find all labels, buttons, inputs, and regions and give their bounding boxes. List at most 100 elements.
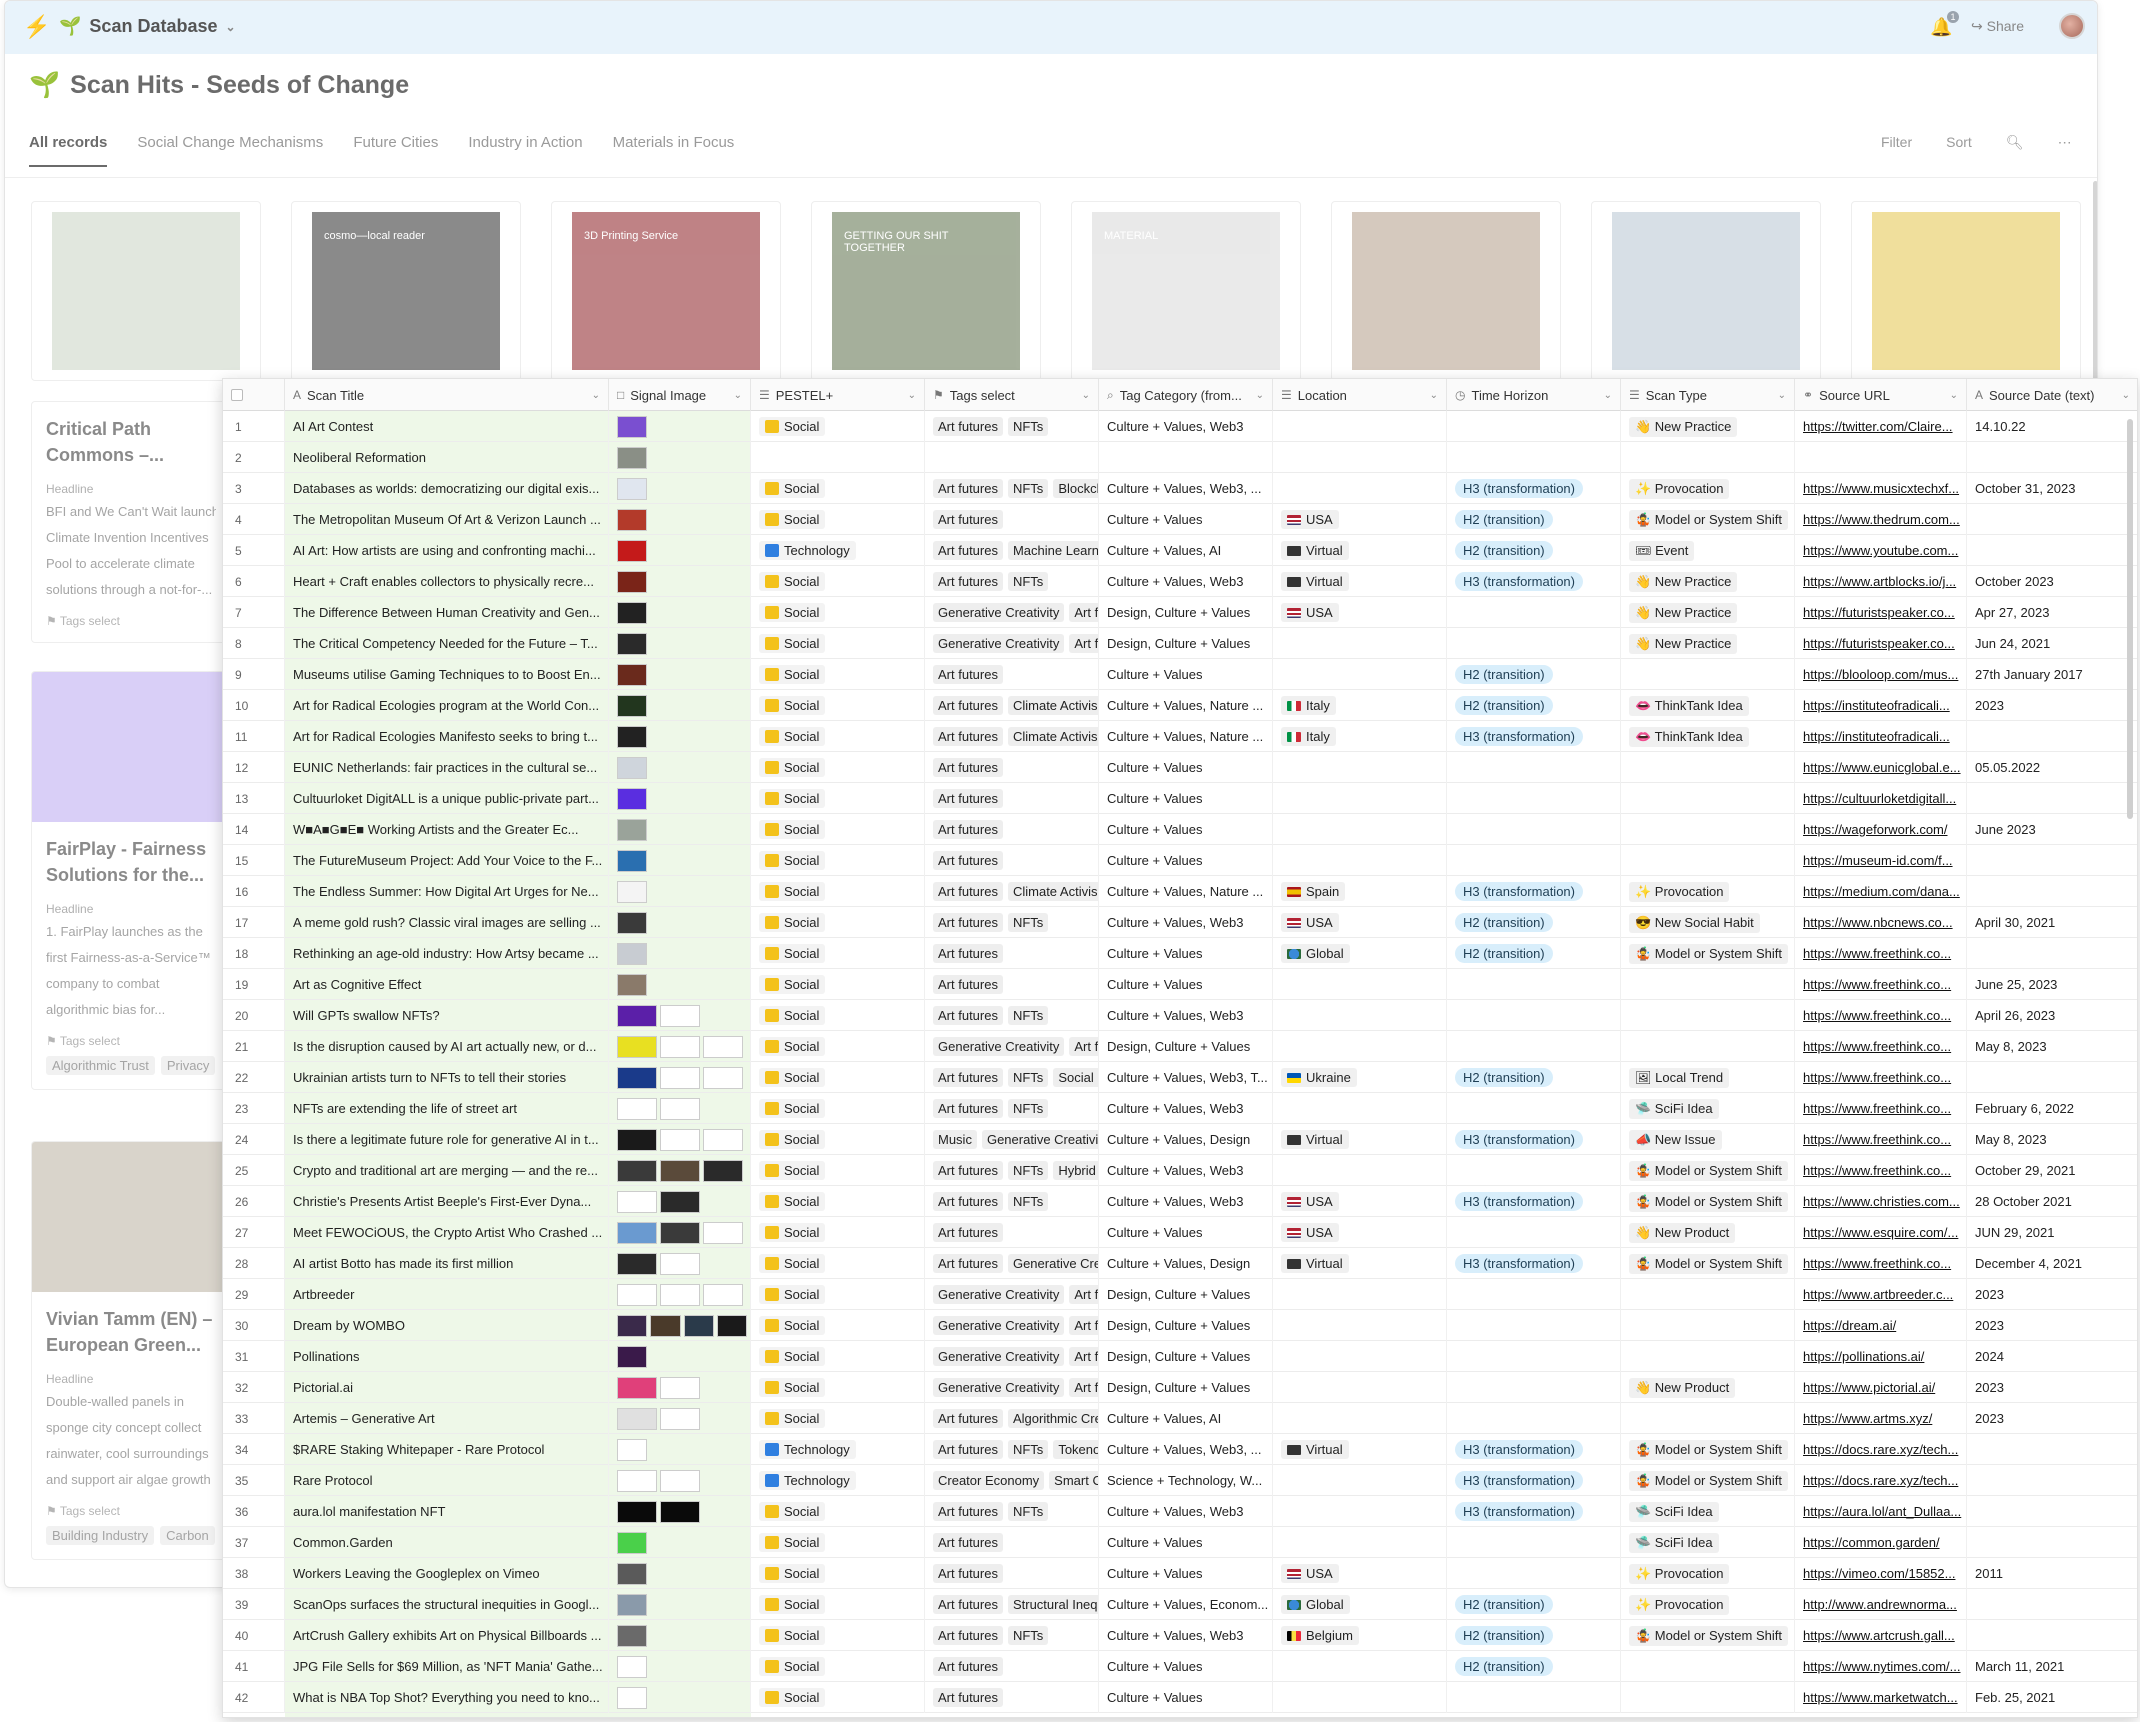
cell-scan-title[interactable]: aura.lol manifestation NFT xyxy=(285,1496,609,1527)
select-all-checkbox[interactable] xyxy=(231,389,243,401)
table-row[interactable]: 41 JPG File Sells for $69 Million, as 'NF… xyxy=(223,1651,2137,1682)
source-url-link[interactable]: https://instituteofradicali... xyxy=(1803,729,1950,744)
cell-scan-title[interactable]: Rethinking an age-old industry: How Arts… xyxy=(285,938,609,969)
source-url-link[interactable]: https://www.youtube.com... xyxy=(1803,543,1958,558)
cell-location[interactable]: USA xyxy=(1273,1217,1447,1248)
cell-location[interactable]: Spain xyxy=(1273,876,1447,907)
cell-source-date[interactable]: Feb. 25, 2021 xyxy=(1967,1682,2137,1713)
cell-scan-title[interactable]: The Critical Competency Needed for the F… xyxy=(285,628,609,659)
chevron-down-icon[interactable]: ⌄ xyxy=(1778,390,1786,401)
table-row[interactable]: 7 The Difference Between Human Creativity… xyxy=(223,597,2137,628)
cell-scan-type[interactable]: 🤹 Model or System Shift xyxy=(1621,1465,1795,1496)
cell-signal-image[interactable] xyxy=(609,1403,751,1434)
cell-scan-type[interactable] xyxy=(1621,659,1795,690)
cell-source-url[interactable]: https://vimeo.com/15852... xyxy=(1795,1558,1967,1589)
chevron-down-icon[interactable]: ⌄ xyxy=(592,390,600,401)
cell-source-date[interactable] xyxy=(1967,1620,2137,1651)
table-row[interactable]: 40 ArtCrush Gallery exhibits Art on Physi… xyxy=(223,1620,2137,1651)
cell-source-url[interactable]: https://www.nytimes.com/... xyxy=(1795,1651,1967,1682)
cell-scan-type[interactable]: 🤹 Model or System Shift xyxy=(1621,1186,1795,1217)
cell-signal-image[interactable] xyxy=(609,783,751,814)
preview-card[interactable] xyxy=(31,201,261,381)
cell-source-url[interactable]: https://pollinations.ai/ xyxy=(1795,1341,1967,1372)
cell-scan-title[interactable]: Pictorial.ai xyxy=(285,1372,609,1403)
cell-pestel[interactable]: Social xyxy=(751,1155,925,1186)
cell-source-date[interactable]: October 2023 xyxy=(1967,566,2137,597)
cell-source-url[interactable]: https://www.freethink.co... xyxy=(1795,938,1967,969)
source-url-link[interactable]: https://blooloop.com/mus... xyxy=(1803,667,1958,682)
cell-source-date[interactable]: 2023 xyxy=(1967,1372,2137,1403)
cell-signal-image[interactable] xyxy=(609,504,751,535)
cell-scan-type[interactable]: 🤹 Model or System Shift xyxy=(1621,504,1795,535)
cell-tag-category[interactable]: Culture + Values, Web3 xyxy=(1099,907,1273,938)
cell-pestel[interactable]: Social xyxy=(751,876,925,907)
column-header-source-url[interactable]: ⚭ Source URL ⌄ xyxy=(1795,379,1967,411)
source-url-link[interactable]: https://www.artms.xyz/ xyxy=(1803,1411,1932,1426)
cell-scan-type[interactable]: 🤹 Model or System Shift xyxy=(1621,1620,1795,1651)
cell-location[interactable]: Virtual xyxy=(1273,566,1447,597)
cell-signal-image[interactable] xyxy=(609,752,751,783)
cell-source-url[interactable]: https://futuristspeaker.co... xyxy=(1795,628,1967,659)
source-url-link[interactable]: http://www.andrewnorma... xyxy=(1803,1597,1957,1612)
cell-source-date[interactable] xyxy=(1967,442,2137,473)
cell-location[interactable] xyxy=(1273,1031,1447,1062)
cell-scan-type[interactable] xyxy=(1621,442,1795,473)
cell-location[interactable] xyxy=(1273,1310,1447,1341)
cell-scan-type[interactable]: 🤹 Model or System Shift xyxy=(1621,938,1795,969)
cell-source-url[interactable]: https://www.nbcnews.co... xyxy=(1795,907,1967,938)
cell-scan-title[interactable]: The Metropolitan Museum Of Art & Verizon… xyxy=(285,504,609,535)
cell-tag-category[interactable]: Culture + Values, Web3 xyxy=(1099,1620,1273,1651)
cell-signal-image[interactable] xyxy=(609,1248,751,1279)
cell-source-date[interactable] xyxy=(1967,1589,2137,1620)
cell-location[interactable] xyxy=(1273,845,1447,876)
cell-location[interactable]: USA xyxy=(1273,907,1447,938)
cell-signal-image[interactable] xyxy=(609,1000,751,1031)
cell-scan-type[interactable]: 🖼 Local Trend xyxy=(1621,1062,1795,1093)
cell-source-date[interactable]: December 4, 2021 xyxy=(1967,1248,2137,1279)
cell-pestel[interactable]: Social xyxy=(751,1589,925,1620)
cell-signal-image[interactable] xyxy=(609,411,751,442)
cell-tags[interactable]: Generative CreativityArt fu xyxy=(925,1341,1099,1372)
cell-scan-type[interactable]: ✨ Provocation xyxy=(1621,1589,1795,1620)
cell-tags[interactable]: Art futures NFTs xyxy=(925,1000,1099,1031)
cell-tag-category[interactable]: Culture + Values xyxy=(1099,814,1273,845)
preview-card[interactable]: GETTING OUR SHIT TOGETHER xyxy=(811,201,1041,381)
cell-time-horizon[interactable] xyxy=(1447,1279,1621,1310)
cell-tags[interactable]: Generative CreativityArt fu xyxy=(925,1310,1099,1341)
cell-tag-category[interactable]: Culture + Values xyxy=(1099,1682,1273,1713)
cell-source-url[interactable]: https://www.freethink.co... xyxy=(1795,1000,1967,1031)
source-url-link[interactable]: https://common.garden/ xyxy=(1803,1535,1940,1550)
background-scrollbar[interactable] xyxy=(2093,181,2097,381)
table-row[interactable]: 16 The Endless Summer: How Digital Art Ur… xyxy=(223,876,2137,907)
cell-source-url[interactable]: https://medium.com/dana... xyxy=(1795,876,1967,907)
cell-tags[interactable]: Art futuresNFTsHybrid A xyxy=(925,1155,1099,1186)
cell-location[interactable] xyxy=(1273,411,1447,442)
cell-time-horizon[interactable] xyxy=(1447,1403,1621,1434)
table-row[interactable]: 39 ScanOps surfaces the structural inequi… xyxy=(223,1589,2137,1620)
cell-pestel[interactable]: Social xyxy=(751,1124,925,1155)
cell-tag-category[interactable]: Science + Technology, W... xyxy=(1099,1465,1273,1496)
cell-tags[interactable]: Art futures xyxy=(925,783,1099,814)
base-title[interactable]: 🌱 Scan Database ⌄ xyxy=(59,16,236,37)
cell-tag-category[interactable]: Design, Culture + Values xyxy=(1099,1031,1273,1062)
cell-source-url[interactable]: https://futuristspeaker.co... xyxy=(1795,597,1967,628)
cell-pestel[interactable]: Social xyxy=(751,1682,925,1713)
cell-location[interactable] xyxy=(1273,659,1447,690)
source-url-link[interactable]: https://www.freethink.co... xyxy=(1803,1101,1951,1116)
cell-scan-title[interactable]: $RARE Staking Whitepaper - Rare Protocol xyxy=(285,1434,609,1465)
table-row[interactable]: 10 Art for Radical Ecologies program at t… xyxy=(223,690,2137,721)
cell-location[interactable] xyxy=(1273,1093,1447,1124)
cell-scan-title[interactable]: Ukrainian artists turn to NFTs to tell t… xyxy=(285,1062,609,1093)
cell-time-horizon[interactable]: H2 (transition) xyxy=(1447,1620,1621,1651)
cell-location[interactable] xyxy=(1273,1651,1447,1682)
cell-time-horizon[interactable] xyxy=(1447,1217,1621,1248)
cell-source-url[interactable]: https://common.garden/ xyxy=(1795,1527,1967,1558)
cell-tag-category[interactable]: Design, Culture + Values xyxy=(1099,1372,1273,1403)
cell-pestel[interactable]: Technology xyxy=(751,535,925,566)
tab-all-records[interactable]: All records xyxy=(29,134,108,167)
preview-card[interactable] xyxy=(1331,201,1561,381)
chevron-down-icon[interactable]: ⌄ xyxy=(1950,390,1958,401)
cell-tags[interactable]: Art futures NFTs xyxy=(925,1496,1099,1527)
cell-time-horizon[interactable] xyxy=(1447,752,1621,783)
cell-signal-image[interactable] xyxy=(609,1496,751,1527)
